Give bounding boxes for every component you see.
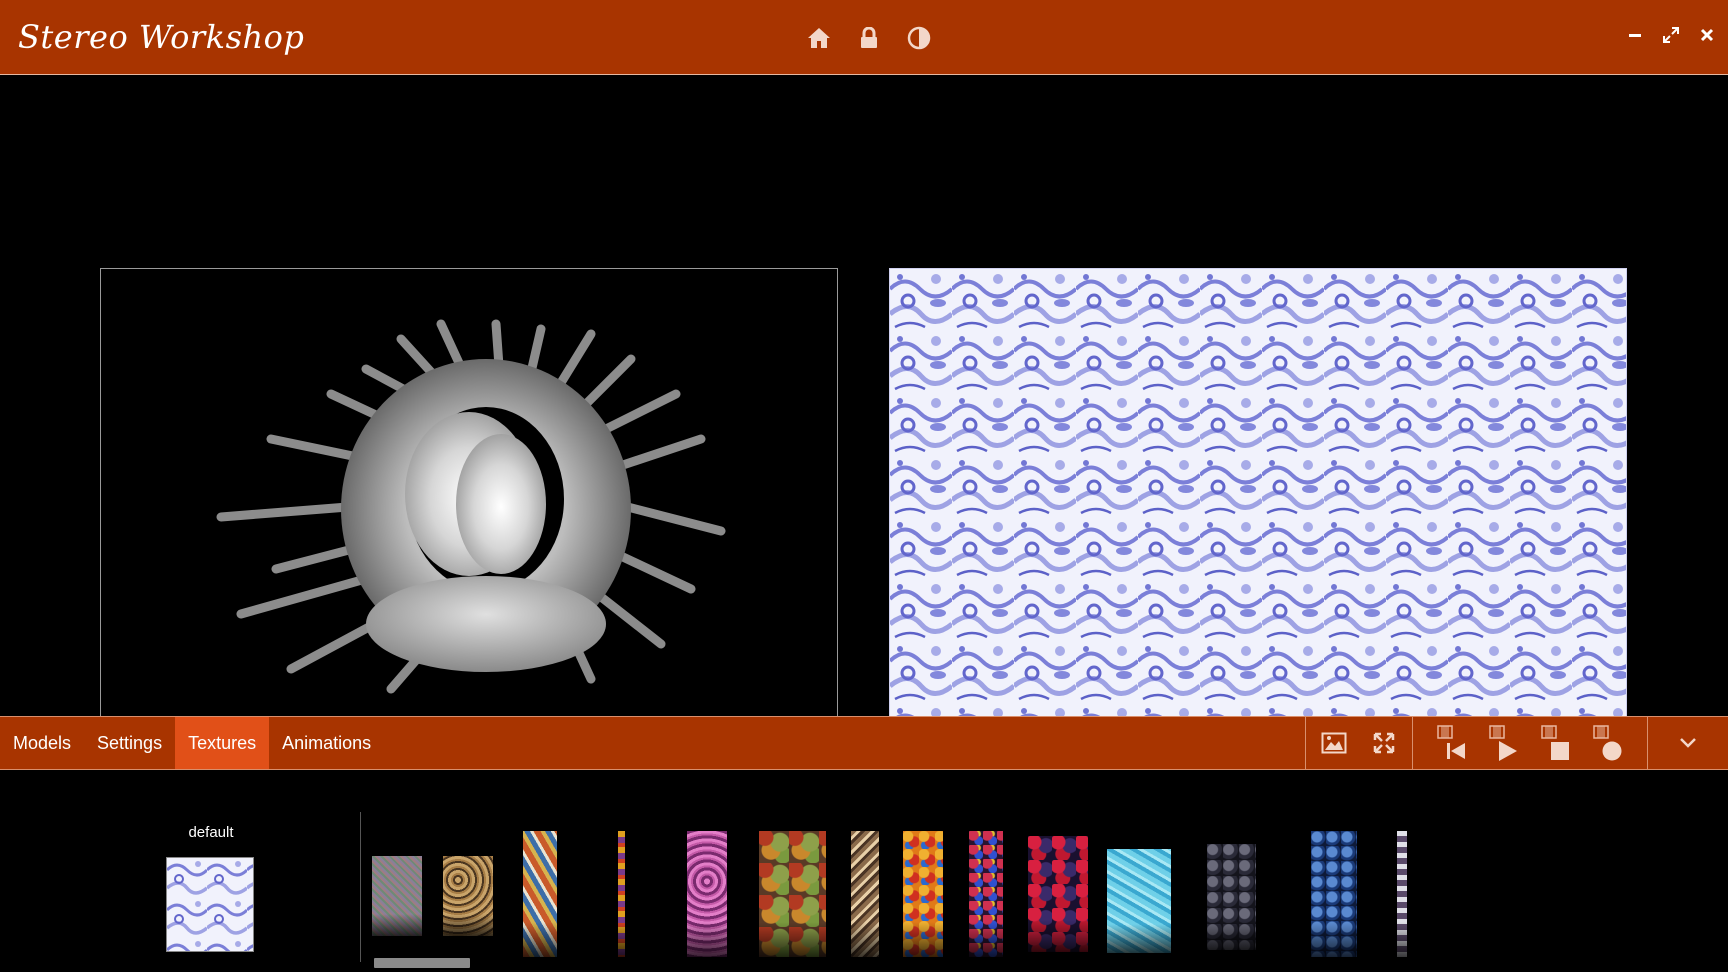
fullscreen-icon[interactable]: [1370, 729, 1398, 757]
tab-bar: Models Settings Textures Animations: [0, 717, 384, 769]
texture-thumbnail[interactable]: [969, 831, 1003, 957]
texture-divider: [360, 812, 361, 962]
tab-textures[interactable]: Textures: [175, 717, 270, 769]
texture-strip: default: [0, 770, 1728, 972]
title-icon-group: [805, 22, 933, 54]
contrast-icon[interactable]: [905, 24, 933, 52]
texture-thumbnail[interactable]: [1028, 836, 1088, 952]
texture-thumbnail[interactable]: [372, 856, 422, 936]
collapse-group: [1647, 717, 1728, 769]
texture-thumbnail[interactable]: [443, 856, 493, 936]
default-texture-label: default: [188, 824, 234, 841]
film-record-icon[interactable]: [1593, 725, 1625, 761]
depth-map-image: [216, 319, 726, 694]
texture-scrollbar[interactable]: [374, 958, 470, 968]
image-icon[interactable]: [1320, 729, 1348, 757]
film-rewind-icon[interactable]: [1437, 725, 1469, 761]
window-controls: [1624, 24, 1718, 46]
chevron-down-icon[interactable]: [1674, 729, 1702, 757]
texture-thumbnail[interactable]: [1207, 844, 1256, 950]
tab-animations[interactable]: Animations: [269, 717, 384, 769]
home-icon[interactable]: [805, 24, 833, 52]
app-title: Stereo Workshop: [18, 18, 305, 56]
tab-settings[interactable]: Settings: [84, 717, 175, 769]
depth-map-panel[interactable]: [100, 268, 838, 718]
lock-icon[interactable]: [855, 24, 883, 52]
film-stop-icon[interactable]: [1541, 725, 1573, 761]
texture-thumbnail[interactable]: [523, 831, 557, 957]
animation-controls: [1412, 717, 1647, 769]
texture-thumbnail[interactable]: [759, 831, 826, 957]
stereogram-image: [890, 269, 1626, 718]
title-bar: Stereo Workshop: [0, 0, 1728, 75]
texture-thumbnail[interactable]: [687, 831, 727, 957]
texture-thumbnail[interactable]: [903, 831, 943, 957]
view-tools: [1305, 717, 1412, 769]
maximize-icon[interactable]: [1660, 24, 1682, 46]
film-play-icon[interactable]: [1489, 725, 1521, 761]
stereogram-panel[interactable]: [889, 268, 1627, 718]
texture-thumbnail[interactable]: [1107, 849, 1171, 953]
toolbar-actions: [1305, 717, 1728, 769]
viewer-area: [0, 75, 1728, 718]
texture-thumbnail[interactable]: [1311, 831, 1357, 957]
default-texture-thumbnail[interactable]: [166, 857, 254, 952]
close-icon[interactable]: [1696, 24, 1718, 46]
minimize-icon[interactable]: [1624, 24, 1646, 46]
texture-thumbnail[interactable]: [1397, 831, 1407, 957]
bottom-toolbar: Models Settings Textures Animations: [0, 716, 1728, 770]
texture-thumbnail[interactable]: [618, 831, 625, 957]
tab-models[interactable]: Models: [0, 717, 84, 769]
texture-thumbnail[interactable]: [851, 831, 879, 957]
